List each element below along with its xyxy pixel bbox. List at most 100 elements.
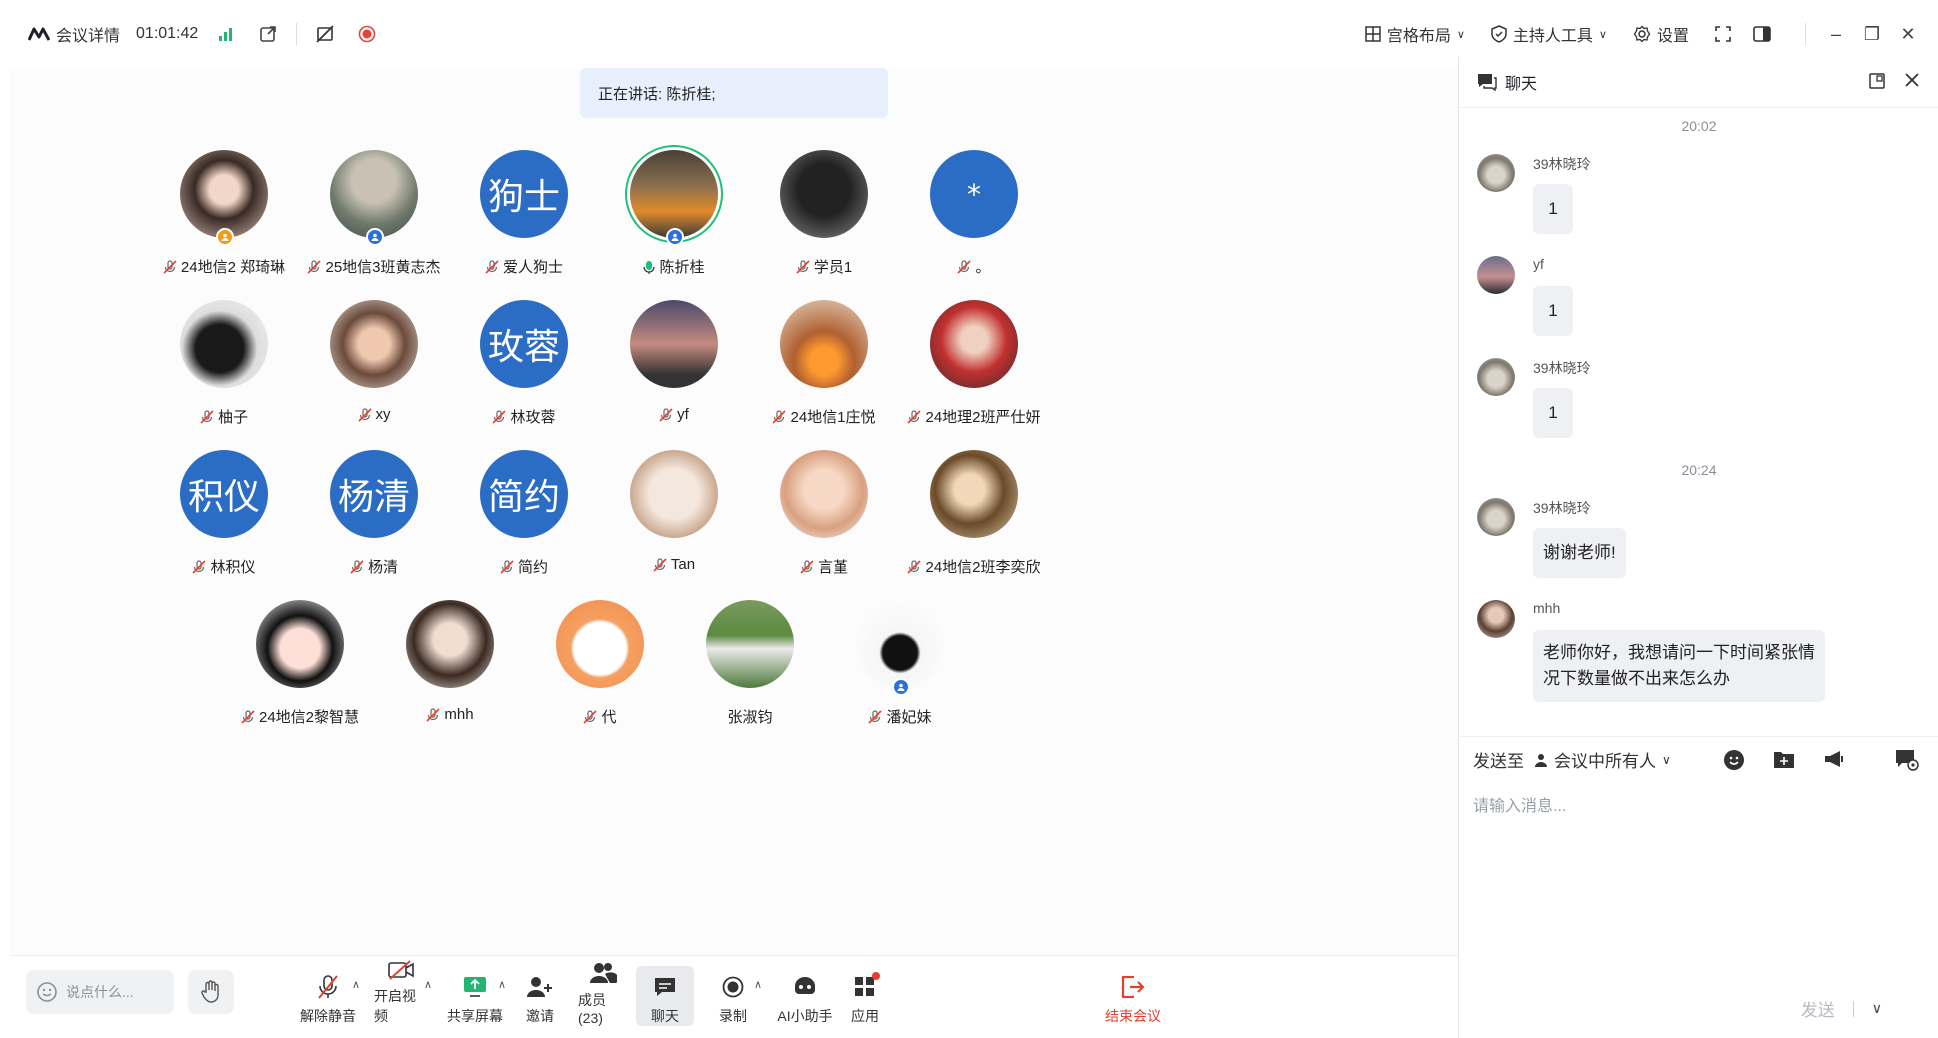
chevron-down-icon[interactable]: ∨ <box>1872 1000 1882 1017</box>
participant-name-text: 柚子 <box>217 409 248 426</box>
divider <box>1852 1000 1854 1017</box>
avatar: * <box>930 150 1018 238</box>
close-icon[interactable] <box>1904 72 1920 88</box>
annotation-off-icon[interactable] <box>311 20 339 48</box>
mic-muted-icon <box>800 559 814 574</box>
quick-message-placeholder: 说点什么... <box>66 984 134 1000</box>
emoji-icon[interactable] <box>1723 749 1745 776</box>
layout-label: 宫格布局 <box>1386 28 1451 45</box>
ai-assistant-button[interactable]: AI小助手 <box>774 966 836 1026</box>
ai-assistant-label: AI小助手 <box>777 1008 833 1024</box>
participant-tile[interactable]: 24地理2班严仕妍 <box>884 286 1064 436</box>
start-video-label: 开启视频 <box>374 988 416 1024</box>
end-meeting-button[interactable]: 结束会议 <box>1104 966 1162 1026</box>
unmute-button[interactable]: 解除静音 <box>298 966 358 1026</box>
participant-tile[interactable]: *。 <box>884 136 1064 286</box>
host-tools-dropdown[interactable]: 主持人工具 ∨ <box>1491 22 1607 46</box>
chat-title: 聊天 <box>1505 75 1538 93</box>
fullscreen-icon <box>1715 26 1731 42</box>
share-options-caret[interactable]: ∧ <box>498 978 506 991</box>
restore-button[interactable]: ❐ <box>1854 16 1890 52</box>
chat-settings-icon[interactable] <box>1895 749 1919 776</box>
popout-icon[interactable] <box>1868 72 1886 90</box>
mic-muted-icon <box>907 559 922 574</box>
participant-name-text: 24地信2班李奕欣 <box>925 559 1041 576</box>
mic-muted-icon <box>163 259 177 274</box>
invite-label: 邀请 <box>526 1008 554 1024</box>
record-options-caret[interactable]: ∧ <box>754 978 762 991</box>
chat-panel: 聊天 20:02 39林晓玲 1 yf 1 39林晓玲 1 20:24 39林晓… <box>1458 56 1938 1038</box>
quick-message-input[interactable]: 说点什么... <box>26 970 174 1014</box>
send-button[interactable]: 发送 ∨ <box>1801 996 1882 1021</box>
mic-muted-icon <box>772 409 787 424</box>
participant-name-text: 简约 <box>517 559 548 576</box>
avatar <box>780 300 868 388</box>
signal-icon[interactable] <box>212 20 240 48</box>
chat-button[interactable]: 聊天 <box>636 966 694 1026</box>
participant-name-text: mhh <box>444 706 474 723</box>
sidebar-toggle-button[interactable] <box>1753 26 1771 42</box>
start-video-button[interactable]: 开启视频 <box>374 960 428 1026</box>
share-screen-icon <box>464 977 486 997</box>
members-button[interactable]: 成员(23) <box>578 963 628 1026</box>
mic-muted-icon <box>796 259 810 274</box>
participant-name-text: 潘妃妹 <box>886 709 932 726</box>
participant-name-text: 言堇 <box>817 559 848 576</box>
meeting-details-button[interactable]: 会议详情 <box>28 22 120 46</box>
recording-icon[interactable] <box>353 20 381 48</box>
record-button[interactable]: 录制 <box>718 966 748 1026</box>
bottom-toolbar: 说点什么... 解除静音 ∧ 开启视频 ∧ 共享屏幕 ∧ 邀请 成员(23) 聊… <box>10 955 1458 1038</box>
participant-tile[interactable]: 潘妃妹 <box>810 586 990 736</box>
apps-button[interactable]: 应用 <box>850 966 880 1026</box>
record-label: 录制 <box>719 1008 747 1024</box>
speaking-indicator: 正在讲话: 陈折桂; <box>580 68 888 118</box>
avatar <box>180 150 268 238</box>
message-bubble: 1 <box>1533 388 1573 438</box>
unmute-label: 解除静音 <box>300 1008 356 1024</box>
members-icon <box>590 963 617 983</box>
layout-dropdown[interactable]: 宫格布局 ∨ <box>1365 22 1465 46</box>
members-label: 成员(23) <box>578 992 606 1026</box>
avatar <box>180 300 268 388</box>
message-sender: yf <box>1533 256 1544 272</box>
chat-label: 聊天 <box>651 1008 679 1024</box>
mic-muted-icon <box>426 707 440 722</box>
participant-name-text: 24地信2黎智慧 <box>258 709 360 726</box>
mic-muted-icon <box>583 709 598 724</box>
apps-icon <box>855 977 874 996</box>
raise-hand-button[interactable] <box>188 970 234 1014</box>
invite-button[interactable]: 邀请 <box>520 966 560 1026</box>
avatar <box>706 600 794 688</box>
video-options-caret[interactable]: ∧ <box>424 978 432 991</box>
avatar <box>330 150 418 238</box>
message-sender: mhh <box>1533 600 1561 616</box>
send-target-row: 发送至 会议中所有人 ∨ <box>1459 736 1938 782</box>
participant-name: 潘妃妹 <box>810 706 990 727</box>
close-button[interactable]: ✕ <box>1890 16 1926 52</box>
chevron-down-icon: ∨ <box>1456 28 1465 41</box>
participant-name-text: xy <box>375 406 391 423</box>
send-target-dropdown[interactable]: 会议中所有人 ∨ <box>1534 747 1671 772</box>
participant-tile[interactable]: 24地信2班李奕欣 <box>884 436 1064 586</box>
message-input[interactable]: 请输入消息... <box>1473 792 1566 816</box>
share-screen-button[interactable]: 共享屏幕 <box>446 966 504 1026</box>
file-icon[interactable] <box>1773 749 1795 774</box>
send-label: 发送 <box>1800 1001 1835 1020</box>
mic-muted-icon <box>492 409 507 424</box>
chat-timestamp: 20:24 <box>1681 462 1717 478</box>
participant-name-text: 24地理2班严仕妍 <box>925 409 1041 426</box>
participant-name-text: 代 <box>601 709 617 726</box>
unmute-options-caret[interactable]: ∧ <box>352 978 360 991</box>
announcement-icon[interactable] <box>1823 749 1845 774</box>
fullscreen-button[interactable] <box>1715 26 1731 42</box>
chat-icon <box>1478 73 1497 91</box>
minimize-button[interactable]: – <box>1818 16 1854 52</box>
message-sender: 39林晓玲 <box>1533 360 1591 376</box>
participant-name-text: 24地信1庄悦 <box>790 409 876 426</box>
message-bubble: 谢谢老师! <box>1533 528 1626 578</box>
mic-off-icon <box>318 975 338 999</box>
apps-label: 应用 <box>851 1008 879 1024</box>
settings-button[interactable]: 设置 <box>1633 22 1689 46</box>
participant-name-text: 林积仪 <box>210 559 256 576</box>
open-external-icon[interactable] <box>254 20 282 48</box>
